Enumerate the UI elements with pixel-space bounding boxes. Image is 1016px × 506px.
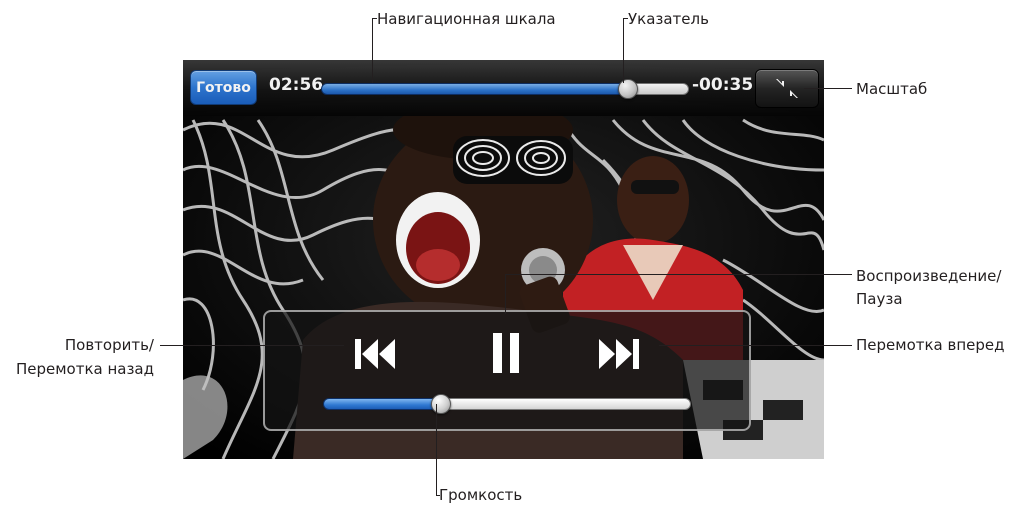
volume-knob[interactable] (431, 394, 451, 414)
leader-scrubber (372, 18, 373, 83)
leader-scrubber-h (372, 18, 377, 19)
scrubber-track[interactable] (321, 79, 689, 99)
callout-scrubber: Навигационная шкала (377, 10, 556, 28)
leader-play-pause (505, 274, 852, 275)
remaining-time: -00:35 (692, 75, 754, 95)
callout-playhead: Указатель (628, 10, 709, 28)
playhead-knob[interactable] (618, 79, 638, 99)
top-control-bar: Готово 02:56 -00:35 (183, 60, 824, 116)
leader-volume (436, 404, 437, 496)
callout-fast-forward: Перемотка вперед (856, 336, 1005, 354)
leader-playhead-h (623, 18, 628, 19)
next-track-icon[interactable] (595, 335, 643, 373)
callout-volume: Громкость (439, 486, 523, 504)
leader-fast-forward (659, 345, 852, 346)
pause-icon[interactable] (491, 331, 521, 375)
leader-scale (804, 88, 852, 89)
video-player: Готово 02:56 -00:35 (183, 60, 824, 459)
callout-scale: Масштаб (856, 80, 928, 98)
callout-restart-rewind-1: Повторить/ (64, 336, 154, 354)
elapsed-time: 02:56 (269, 75, 324, 95)
leader-volume-h (436, 495, 440, 496)
previous-track-icon[interactable] (351, 335, 399, 373)
leader-rewind (160, 345, 344, 346)
callout-play-pause-2: Пауза (856, 290, 903, 308)
callout-restart-rewind-2: Перемотка назад (15, 360, 154, 378)
leader-play-pause-v (505, 274, 506, 314)
callout-play-pause-1: Воспроизведение/ (856, 267, 1002, 285)
leader-playhead (623, 18, 624, 83)
scrubber-played (321, 83, 628, 95)
volume-slider[interactable] (323, 394, 691, 414)
done-button[interactable]: Готово (190, 70, 257, 105)
transport-panel (263, 310, 751, 431)
volume-level (323, 398, 441, 410)
volume-remaining (441, 398, 691, 410)
